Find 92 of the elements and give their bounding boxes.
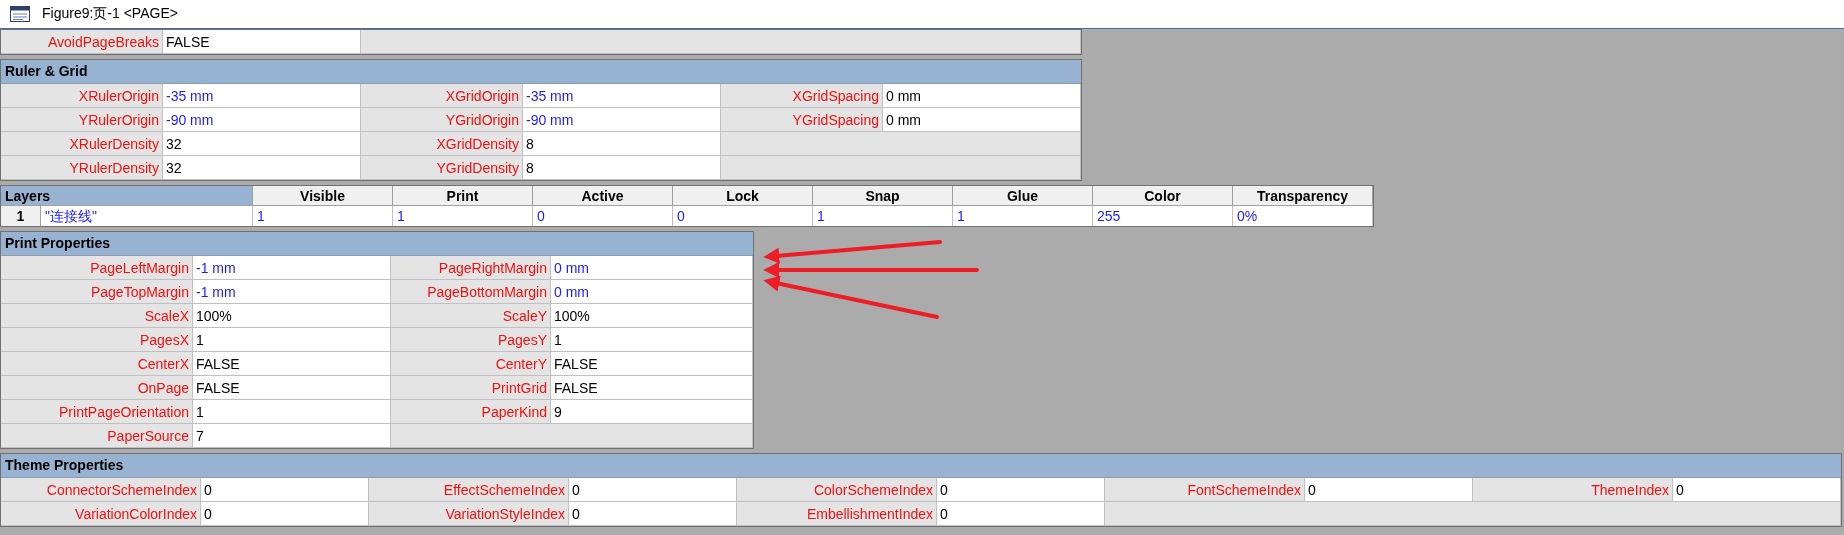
table-cell: 0 [533,206,673,226]
property-value[interactable]: 100% [551,304,753,328]
column-header[interactable]: Active [533,186,673,206]
property-value[interactable]: 0 [1673,478,1841,502]
property-value[interactable]: 0 [937,478,1105,502]
property-value[interactable]: FALSE [551,352,753,376]
section-header: Print Properties [1,232,753,256]
property-value[interactable]: -35 mm [163,84,361,108]
section-header: Ruler & Grid [1,60,1081,84]
property-value[interactable]: -1 mm [193,280,391,304]
window-title: Figure9:页-1 <PAGE> [42,5,178,23]
property-value[interactable]: 0 mm [883,108,1081,132]
property-value[interactable]: 1 [551,328,753,352]
property-value[interactable]: 8 [523,132,721,156]
property-label: FontSchemeIndex [1105,478,1305,502]
property-label: ColorSchemeIndex [737,478,937,502]
table-cell: 1 [813,206,953,226]
property-value[interactable]: 9 [551,400,753,424]
property-label: ScaleY [391,304,551,328]
property-label: XRulerOrigin [1,84,163,108]
property-value[interactable]: 100% [193,304,391,328]
property-label: VariationColorIndex [1,502,201,526]
property-label: PrintGrid [391,376,551,400]
property-value[interactable]: 0 mm [551,256,753,280]
table-cell: 0 [673,206,813,226]
property-label: PageLeftMargin [1,256,193,280]
property-label: AvoidPageBreaks [1,30,163,54]
property-label: CenterY [391,352,551,376]
property-value[interactable]: FALSE [193,376,391,400]
row-number: 1 [1,206,41,226]
property-value[interactable]: 0 [1305,478,1473,502]
property-label: PageTopMargin [1,280,193,304]
property-value[interactable]: 0 [569,502,737,526]
property-label: PagesX [1,328,193,352]
property-value[interactable]: FALSE [193,352,391,376]
property-value[interactable]: 7 [193,424,391,448]
property-value[interactable]: FALSE [163,30,361,54]
property-label: PaperSource [1,424,193,448]
property-value[interactable]: 0 [569,478,737,502]
property-label: XRulerDensity [1,132,163,156]
property-value[interactable]: 0 [201,502,369,526]
property-value[interactable]: -35 mm [523,84,721,108]
property-label: YGridDensity [361,156,523,180]
property-label: CenterX [1,352,193,376]
property-label: VariationStyleIndex [369,502,569,526]
property-label: PageRightMargin [391,256,551,280]
property-label: PrintPageOrientation [1,400,193,424]
property-label: XGridDensity [361,132,523,156]
property-label: EffectSchemeIndex [369,478,569,502]
property-value[interactable]: -90 mm [163,108,361,132]
property-label: ThemeIndex [1473,478,1673,502]
property-value[interactable]: 32 [163,156,361,180]
property-value[interactable]: 0 mm [883,84,1081,108]
window-icon [10,6,30,22]
table-cell: 255 [1093,206,1233,226]
property-label: PagesY [391,328,551,352]
property-label: XGridSpacing [721,84,883,108]
section-header: Layers [1,186,253,206]
column-header[interactable]: Glue [953,186,1093,206]
property-value[interactable]: 1 [193,328,391,352]
property-label: YRulerOrigin [1,108,163,132]
property-value[interactable]: 8 [523,156,721,180]
column-header[interactable]: Color [1093,186,1233,206]
property-label: XGridOrigin [361,84,523,108]
property-label: YGridOrigin [361,108,523,132]
table-cell: 1 [953,206,1093,226]
property-value[interactable]: 1 [193,400,391,424]
property-label: YRulerDensity [1,156,163,180]
property-value[interactable]: 0 mm [551,280,753,304]
property-label: PaperKind [391,400,551,424]
property-label: ScaleX [1,304,193,328]
table-cell: 0% [1233,206,1373,226]
table-cell: 1 [393,206,533,226]
section-header: Theme Properties [1,454,1841,478]
property-value[interactable]: FALSE [551,376,753,400]
property-value[interactable]: 0 [937,502,1105,526]
property-value[interactable]: 0 [201,478,369,502]
property-label: OnPage [1,376,193,400]
property-label: ConnectorSchemeIndex [1,478,201,502]
property-value[interactable]: -1 mm [193,256,391,280]
column-header[interactable]: Transparency [1233,186,1373,206]
property-label: EmbellishmentIndex [737,502,937,526]
column-header[interactable]: Visible [253,186,393,206]
table-cell: 1 [253,206,393,226]
column-header[interactable]: Lock [673,186,813,206]
property-value[interactable]: -90 mm [523,108,721,132]
column-header[interactable]: Snap [813,186,953,206]
property-label: YGridSpacing [721,108,883,132]
column-header[interactable]: Print [393,186,533,206]
layer-name[interactable]: "连接线" [41,206,253,226]
property-label: PageBottomMargin [391,280,551,304]
property-value[interactable]: 32 [163,132,361,156]
